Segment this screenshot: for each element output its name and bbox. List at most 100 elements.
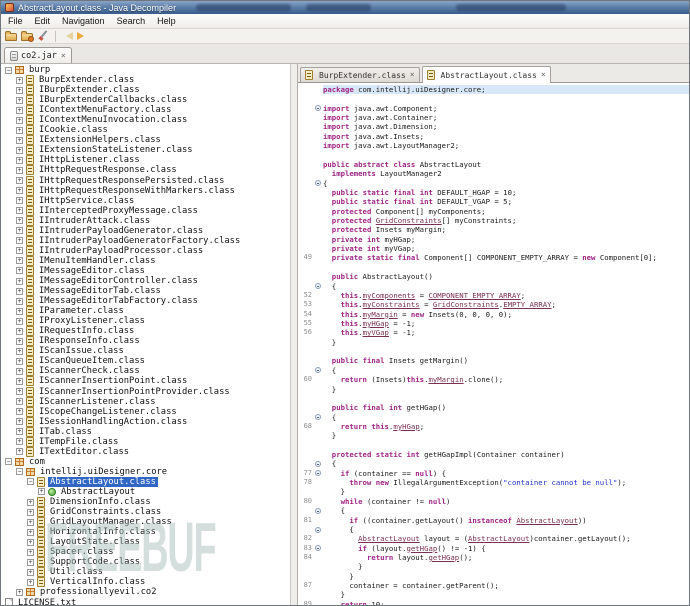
expand-toggle-icon[interactable]: +	[27, 578, 34, 586]
tree-item[interactable]: + IExtensionStateListener.class	[1, 145, 290, 156]
tree-item[interactable]: − AbstractLayout.class	[1, 476, 290, 487]
expand-toggle-icon[interactable]: +	[16, 277, 23, 285]
tree-item[interactable]: + BurpExtender.class	[1, 75, 290, 86]
tree-item[interactable]: + Spacer.class	[1, 547, 290, 558]
expand-toggle-icon[interactable]: +	[16, 156, 23, 164]
collapse-toggle-icon[interactable]: −	[5, 458, 12, 466]
tree-item[interactable]: − intellij.uiDesigner.core	[1, 467, 290, 477]
tree-item[interactable]: + IIntruderAttack.class	[1, 215, 290, 226]
tree-item[interactable]: + IBurpExtenderCallbacks.class	[1, 95, 290, 106]
tree-item[interactable]: + IHttpListener.class	[1, 155, 290, 166]
expand-toggle-icon[interactable]: +	[16, 307, 23, 315]
tree-item[interactable]: − com	[1, 457, 290, 467]
expand-toggle-icon[interactable]: +	[16, 287, 23, 295]
expand-toggle-icon[interactable]: +	[27, 498, 34, 506]
expand-toggle-icon[interactable]: +	[16, 106, 23, 114]
expand-toggle-icon[interactable]: +	[16, 428, 23, 436]
tree-item[interactable]: − burp	[1, 65, 290, 75]
tree-item[interactable]: + SupportCode.class	[1, 557, 290, 568]
tree-item[interactable]: LICENSE.txt	[1, 597, 290, 605]
expand-toggle-icon[interactable]: +	[16, 357, 23, 365]
tree-item[interactable]: + DimensionInfo.class	[1, 497, 290, 508]
expand-toggle-icon[interactable]: +	[16, 116, 23, 124]
fold-marker-icon[interactable]	[315, 180, 321, 187]
expand-toggle-icon[interactable]: +	[38, 488, 45, 496]
tree-item[interactable]: + IBurpExtender.class	[1, 85, 290, 96]
expand-toggle-icon[interactable]: +	[27, 538, 34, 546]
fold-marker-icon[interactable]	[315, 105, 321, 112]
open-file-icon[interactable]	[5, 31, 17, 41]
tab-co2-jar[interactable]: co2.jar ×	[4, 47, 72, 63]
forward-icon[interactable]	[77, 32, 88, 40]
tree-item[interactable]: + professionallyevil.co2	[1, 587, 290, 597]
tree-item[interactable]: + VerticalInfo.class	[1, 577, 290, 588]
fold-marker-icon[interactable]	[315, 367, 321, 374]
expand-toggle-icon[interactable]: +	[27, 528, 34, 536]
back-icon[interactable]	[62, 32, 73, 40]
tree-item[interactable]: + IIntruderPayloadGeneratorFactory.class	[1, 235, 290, 246]
tree-item[interactable]: + ICookie.class	[1, 125, 290, 136]
expand-toggle-icon[interactable]: +	[16, 96, 23, 104]
tree-item[interactable]: + IScannerInsertionPoint.class	[1, 376, 290, 387]
tree-item[interactable]: + IMessageEditorController.class	[1, 276, 290, 286]
menu-search[interactable]: Search	[111, 14, 152, 28]
expand-toggle-icon[interactable]: +	[16, 257, 23, 265]
tree-item[interactable]: + IParameter.class	[1, 306, 290, 317]
tree-item[interactable]: + IResponseInfo.class	[1, 336, 290, 347]
tree-item[interactable]: + Util.class	[1, 567, 290, 578]
expand-toggle-icon[interactable]: +	[16, 297, 23, 305]
split-handle[interactable]	[290, 64, 298, 605]
expand-toggle-icon[interactable]: +	[27, 518, 34, 526]
fold-marker-icon[interactable]	[315, 545, 321, 552]
fold-marker-icon[interactable]	[315, 507, 321, 514]
tree-item[interactable]: + IMessageEditorTab.class	[1, 286, 290, 297]
expand-toggle-icon[interactable]: +	[16, 448, 23, 456]
tree-item[interactable]: + IContextMenuInvocation.class	[1, 115, 290, 126]
expand-toggle-icon[interactable]: +	[16, 418, 23, 426]
tree-item[interactable]: + IContextMenuFactory.class	[1, 105, 290, 116]
code-editor[interactable]: package com.intellij.uiDesigner.core; imp…	[298, 83, 689, 605]
expand-toggle-icon[interactable]: +	[16, 347, 23, 355]
fold-marker-icon[interactable]	[315, 461, 321, 468]
tree-item[interactable]: + IIntruderPayloadGenerator.class	[1, 225, 290, 236]
tree-item[interactable]: + IScanIssue.class	[1, 346, 290, 357]
expand-toggle-icon[interactable]: +	[16, 367, 23, 375]
tree-item[interactable]: + IMenuItemHandler.class	[1, 255, 290, 266]
expand-toggle-icon[interactable]: +	[16, 247, 23, 255]
expand-toggle-icon[interactable]: +	[16, 388, 23, 396]
tree-item[interactable]: + IHttpRequestResponse.class	[1, 165, 290, 176]
expand-toggle-icon[interactable]: +	[16, 327, 23, 335]
tree-item[interactable]: + IProxyListener.class	[1, 316, 290, 327]
expand-toggle-icon[interactable]: +	[16, 86, 23, 94]
fold-marker-icon[interactable]	[315, 414, 321, 421]
expand-toggle-icon[interactable]: +	[16, 126, 23, 134]
expand-toggle-icon[interactable]: +	[16, 438, 23, 446]
expand-toggle-icon[interactable]: +	[16, 166, 23, 174]
tree-item[interactable]: + LayoutState.class	[1, 537, 290, 548]
menu-edit[interactable]: Edit	[29, 14, 57, 28]
menu-file[interactable]: File	[2, 14, 29, 28]
tree-item[interactable]: + IScanQueueItem.class	[1, 356, 290, 367]
tree-item[interactable]: + GridConstraints.class	[1, 507, 290, 518]
tree-item[interactable]: + ISessionHandlingAction.class	[1, 416, 290, 427]
expand-toggle-icon[interactable]: +	[16, 146, 23, 154]
expand-toggle-icon[interactable]: +	[16, 317, 23, 325]
expand-toggle-icon[interactable]: +	[16, 187, 23, 195]
tree-item[interactable]: + IHttpService.class	[1, 195, 290, 206]
expand-toggle-icon[interactable]: +	[16, 267, 23, 275]
tree-item[interactable]: + IIntruderPayloadProcessor.class	[1, 245, 290, 256]
tree-item[interactable]: + HorizontalInfo.class	[1, 527, 290, 538]
tree-item[interactable]: + IScannerInsertionPointProvider.class	[1, 386, 290, 397]
collapse-toggle-icon[interactable]: −	[16, 468, 23, 476]
menu-help[interactable]: Help	[151, 14, 182, 28]
expand-toggle-icon[interactable]: +	[27, 508, 34, 516]
tree-item[interactable]: + IMessageEditorTabFactory.class	[1, 296, 290, 307]
collapse-toggle-icon[interactable]: −	[27, 478, 34, 486]
tree-item[interactable]: + GridLayoutManager.class	[1, 517, 290, 528]
open-all-icon[interactable]	[21, 31, 34, 42]
tree-item[interactable]: + IInterceptedProxyMessage.class	[1, 205, 290, 216]
expand-toggle-icon[interactable]: +	[16, 398, 23, 406]
tree-item[interactable]: + IScannerCheck.class	[1, 366, 290, 377]
tree-item[interactable]: + IExtensionHelpers.class	[1, 135, 290, 146]
expand-toggle-icon[interactable]: +	[16, 136, 23, 144]
